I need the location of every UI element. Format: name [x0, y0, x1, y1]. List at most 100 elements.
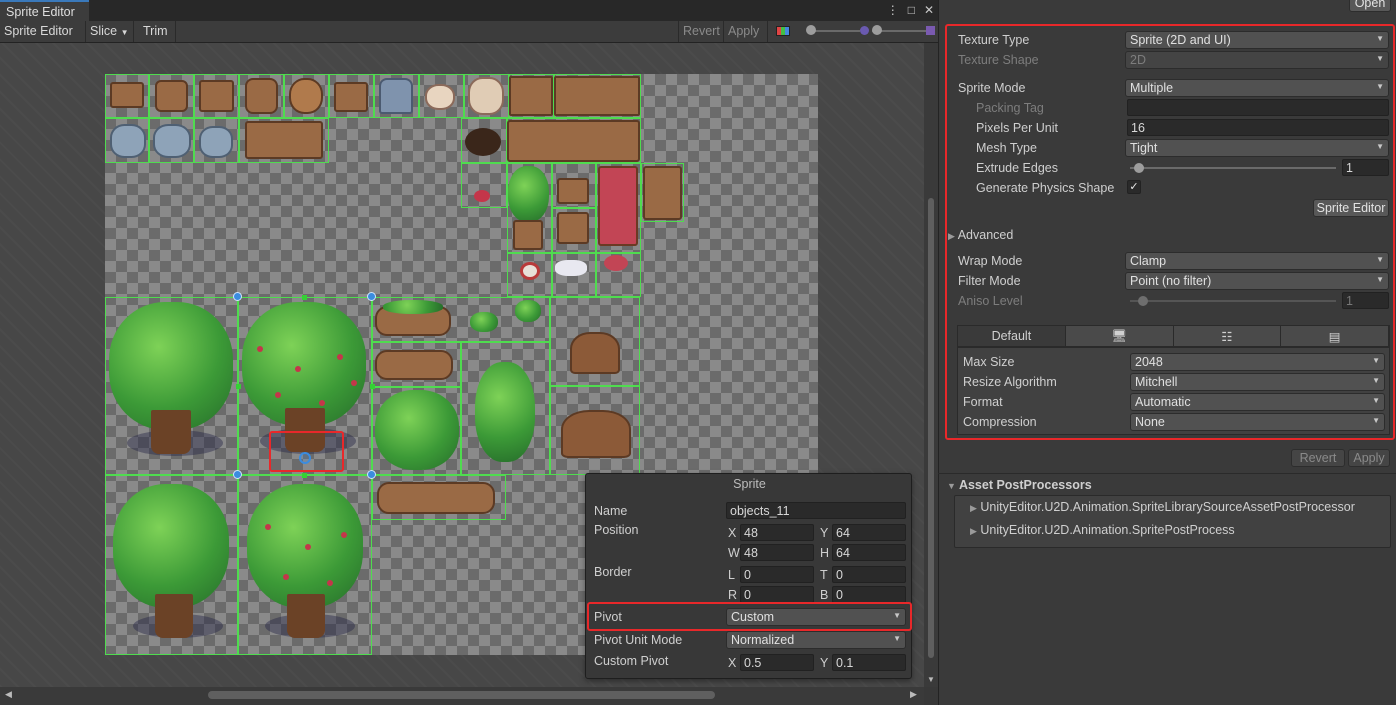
filter-mode-dropdown[interactable]: Point (no filter) [1125, 272, 1389, 290]
vertical-scrollbar[interactable]: ▼ [924, 43, 938, 687]
name-input[interactable]: objects_11 [726, 502, 906, 519]
generate-physics-shape-checkbox[interactable]: ✓ [1127, 180, 1141, 194]
revert-button[interactable]: Revert [678, 21, 724, 42]
border-b-input[interactable]: 0 [832, 586, 906, 603]
custom-pivot-x-input[interactable]: 0.5 [740, 654, 814, 671]
tree-trunk [151, 410, 191, 454]
scroll-left-icon[interactable]: ◀ [5, 689, 12, 700]
tab-server-icon[interactable]: ☷ [1173, 326, 1282, 346]
horizontal-scroll-thumb[interactable] [208, 691, 715, 699]
inspector-apply-button[interactable]: Apply [1348, 449, 1390, 467]
edge-handle[interactable] [302, 473, 307, 478]
platform-tabs: Default 🖥 ☷ ▤ [957, 325, 1390, 347]
slice-dropdown[interactable]: Slice ▼ [86, 21, 134, 42]
edge-handle[interactable] [302, 295, 307, 300]
edge-handle[interactable] [236, 384, 241, 389]
tab-standalone-icon[interactable]: 🖥 [1065, 326, 1174, 346]
color-channel-icon[interactable] [776, 26, 790, 36]
advanced-foldout[interactable]: ▶ Advanced [948, 228, 1013, 242]
sprite-mode-label: Sprite Mode [958, 81, 1026, 95]
bush-sprite [375, 390, 459, 470]
scroll-right-icon[interactable]: ▶ [910, 689, 917, 700]
tab-sprite-editor[interactable]: Sprite Editor [0, 0, 89, 21]
sprite-mode-dropdown[interactable]: Multiple [1125, 79, 1389, 97]
sprite-editor-window: Sprite Editor ⋮ □ ✕ Sprite Editor ▼ Slic… [0, 0, 938, 705]
format-dropdown[interactable]: Automatic [1130, 393, 1385, 411]
edge-handle[interactable] [370, 384, 375, 389]
apply-button[interactable]: Apply [724, 21, 768, 42]
pivot-unit-mode-dropdown[interactable]: Normalized [726, 631, 906, 649]
sprite-editor-mode-dropdown[interactable]: Sprite Editor ▼ [0, 21, 86, 51]
log-sprite [375, 350, 453, 380]
paper-sprite [555, 260, 587, 276]
vertical-scroll-thumb[interactable] [928, 198, 934, 658]
pivot-point-icon[interactable] [299, 452, 311, 464]
custom-pivot-y-input[interactable]: 0.1 [832, 654, 906, 671]
expand-arrow-icon: ▼ [947, 481, 956, 491]
bookshelf-sprite [643, 166, 682, 220]
sprite-editor-button[interactable]: Sprite Editor [1313, 199, 1389, 217]
zoom-slider-track[interactable] [810, 30, 860, 32]
hole-sprite [465, 128, 501, 156]
aniso-level-slider[interactable] [1130, 300, 1336, 302]
stool-red-sprite [604, 255, 628, 271]
texture-type-dropdown[interactable]: Sprite (2D and UI) [1125, 31, 1389, 49]
extrude-edges-knob[interactable] [1134, 163, 1144, 173]
texture-shape-dropdown[interactable]: 2D [1125, 51, 1389, 69]
tab-default[interactable]: Default [958, 326, 1066, 346]
trim-button[interactable]: Trim [134, 21, 176, 42]
pixels-per-unit-input[interactable]: 16 [1127, 119, 1389, 136]
border-l-label: L [728, 568, 735, 582]
asset-postprocessors-foldout[interactable]: ▼ Asset PostProcessors [947, 478, 1092, 492]
custom-pivot-y-label: Y [820, 656, 829, 670]
tab-webgl-icon[interactable]: ▤ [1281, 326, 1389, 346]
custom-pivot-label: Custom Pivot [594, 654, 669, 668]
mesh-type-dropdown[interactable]: Tight [1125, 139, 1389, 157]
packing-tag-label: Packing Tag [976, 101, 1044, 115]
selection-handle[interactable] [233, 292, 242, 301]
packing-tag-input[interactable] [1127, 99, 1389, 116]
pos-h-input[interactable]: 64 [832, 544, 906, 561]
scroll-down-icon[interactable]: ▼ [927, 675, 935, 684]
rock-sprite [153, 124, 191, 158]
barrel-sprite [245, 78, 278, 114]
close-icon[interactable]: ✕ [924, 3, 934, 17]
resize-algorithm-dropdown[interactable]: Mitchell [1130, 373, 1385, 391]
list-item[interactable]: ▶ UnityEditor.U2D.Animation.SpritePostPr… [970, 523, 1235, 537]
tall-bush-sprite [475, 362, 535, 462]
pos-w-input[interactable]: 48 [740, 544, 814, 561]
aniso-level-input[interactable]: 1 [1342, 292, 1389, 309]
max-size-dropdown[interactable]: 2048 [1130, 353, 1385, 371]
border-r-input[interactable]: 0 [740, 586, 814, 603]
wrap-mode-dropdown[interactable]: Clamp [1125, 252, 1389, 270]
pot-sprite [289, 78, 323, 114]
zoom-slider-knob[interactable] [806, 25, 816, 35]
list-item[interactable]: ▶ UnityEditor.U2D.Animation.SpriteLibrar… [970, 500, 1355, 514]
more-options-icon[interactable]: ⋮ [887, 3, 899, 17]
selection-handle[interactable] [367, 292, 376, 301]
aniso-level-label: Aniso Level [958, 294, 1023, 308]
extrude-edges-input[interactable]: 1 [1342, 159, 1389, 176]
border-l-input[interactable]: 0 [740, 566, 814, 583]
divider [938, 473, 1396, 474]
expand-arrow-icon: ▶ [970, 503, 977, 513]
compression-dropdown[interactable]: None [1130, 413, 1385, 431]
bones-sprite [468, 77, 504, 115]
sprite-canvas[interactable]: Sprite Name objects_11 Position X 48 Y 6… [0, 43, 924, 687]
custom-pivot-x-label: X [728, 656, 737, 670]
horizontal-scrollbar[interactable]: ◀ ▶ [0, 687, 924, 705]
maximize-icon[interactable]: □ [908, 3, 915, 17]
open-button[interactable]: Open [1349, 0, 1391, 12]
mip-slider-knob[interactable] [872, 25, 882, 35]
extrude-edges-slider[interactable] [1130, 167, 1336, 169]
border-b-label: B [820, 588, 829, 602]
mip-max-icon [926, 26, 935, 35]
selection-handle[interactable] [233, 470, 242, 479]
selection-handle[interactable] [367, 470, 376, 479]
aniso-level-knob[interactable] [1138, 296, 1148, 306]
pos-y-input[interactable]: 64 [832, 524, 906, 541]
border-t-input[interactable]: 0 [832, 566, 906, 583]
pos-x-input[interactable]: 48 [740, 524, 814, 541]
tab-bar: Sprite Editor ⋮ □ ✕ [0, 0, 938, 21]
inspector-revert-button[interactable]: Revert [1291, 449, 1345, 467]
